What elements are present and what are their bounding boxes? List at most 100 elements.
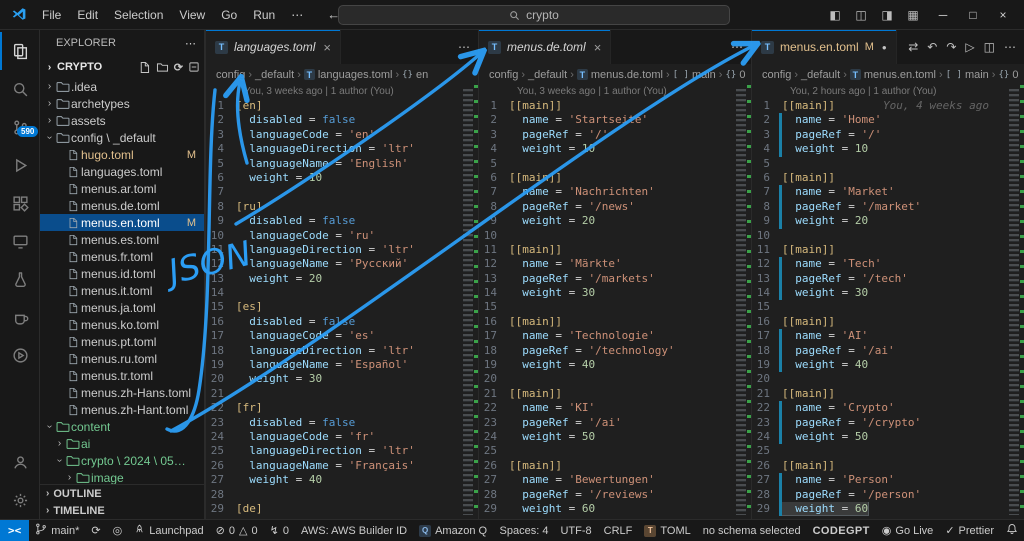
code-line[interactable]: 23 disabled = false <box>206 416 478 430</box>
codegpt[interactable]: CODEGPT <box>807 520 876 541</box>
tree-file-menus-ko-toml[interactable]: menus.ko.toml <box>40 316 204 333</box>
gitlens-code-lens[interactable]: You, 3 weeks ago | 1 author (You) <box>206 85 478 99</box>
code-line[interactable]: 28 <box>206 488 478 502</box>
code-line[interactable]: 26 [[main]] <box>479 459 751 473</box>
minimap[interactable] <box>736 85 751 519</box>
amazon-q-icon[interactable] <box>0 298 39 336</box>
code-line[interactable]: 17 name = 'Technologie' <box>479 329 751 343</box>
breadcrumb-item[interactable]: config <box>762 69 791 81</box>
more-icon[interactable]: ⋯ <box>1004 40 1016 54</box>
tree-folder-content[interactable]: › content <box>40 418 204 435</box>
tree-folder--idea[interactable]: › .idea <box>40 78 204 95</box>
code-line[interactable]: 14 weight = 30 <box>479 286 751 300</box>
code-line[interactable]: 15 <box>752 300 1024 314</box>
code-line[interactable]: 26 languageName = 'Français' <box>206 459 478 473</box>
tree-folder-crypto-2024-05-[interactable]: › crypto \ 2024 \ 05… <box>40 452 204 469</box>
code-line[interactable]: 27 name = 'Person' <box>752 473 1024 488</box>
eol[interactable]: CRLF <box>598 520 639 541</box>
counter-indicator[interactable]: ↯ 0 <box>264 520 295 541</box>
settings-icon[interactable] <box>0 481 39 519</box>
toggle-primary-sidebar-icon[interactable]: ◧ <box>822 3 848 27</box>
breadcrumb-item[interactable]: [ ] main <box>673 69 716 81</box>
code-line[interactable]: 6 [[main]] <box>479 171 751 185</box>
breadcrumb-item[interactable]: Tmenus.de.toml <box>576 69 663 81</box>
maximize-icon[interactable]: □ <box>958 1 988 29</box>
tree-file-menus-ja-toml[interactable]: menus.ja.toml <box>40 299 204 316</box>
code-line[interactable]: 24 languageCode = 'fr' <box>206 430 478 444</box>
code-line[interactable]: 11 [[main]] <box>479 243 751 257</box>
new-folder-icon[interactable] <box>156 61 169 74</box>
code-line[interactable]: 7 name = 'Nachrichten' <box>479 185 751 199</box>
code-line[interactable]: 19 languageName = 'Español' <box>206 358 478 372</box>
code-line[interactable]: 15 <box>479 300 751 314</box>
code-line[interactable]: 5 languageName = 'English' <box>206 157 478 171</box>
minimap[interactable] <box>1009 85 1024 519</box>
tree-file-menus-en-toml[interactable]: menus.en.toml M <box>40 214 204 231</box>
more-icon[interactable]: ⋯ <box>731 40 743 54</box>
code-line[interactable]: 23 pageRef = '/ai' <box>479 416 751 430</box>
breadcrumb-item[interactable]: _default <box>801 69 840 81</box>
tree-file-menus-es-toml[interactable]: menus.es.toml <box>40 231 204 248</box>
tree-file-menus-ar-toml[interactable]: menus.ar.toml <box>40 180 204 197</box>
workspace-root[interactable]: › CRYPTO ⟳ <box>40 56 204 78</box>
code-line[interactable]: 2 name = 'Home' <box>752 113 1024 128</box>
code-line[interactable]: 10 <box>479 229 751 243</box>
code-line[interactable]: 11 languageDirection = 'ltr' <box>206 243 478 257</box>
code-line[interactable]: 28 pageRef = '/reviews' <box>479 488 751 502</box>
code-line[interactable]: 1 [[main]] You, 4 weeks ago <box>752 99 1024 113</box>
source-control-icon[interactable]: 590 <box>0 108 39 146</box>
code-line[interactable]: 1 [en] <box>206 99 478 113</box>
breadcrumb-item[interactable]: Tlanguages.toml <box>303 69 392 81</box>
tree-file-hugo-toml[interactable]: hugo.toml M <box>40 146 204 163</box>
tab-languages.toml[interactable]: Tlanguages.toml × <box>206 30 341 64</box>
code-line[interactable]: 19 weight = 40 <box>479 358 751 372</box>
run-debug-icon[interactable] <box>0 146 39 184</box>
split-editor-icon[interactable]: ◫ <box>984 40 995 54</box>
section-timeline[interactable]: › TIMELINE <box>40 502 204 519</box>
search-icon[interactable] <box>0 70 39 108</box>
tree-file-menus-zh-hant-toml[interactable]: menus.zh-Hant.toml <box>40 401 204 418</box>
breadcrumb-item[interactable]: {} en <box>402 69 428 81</box>
modified-dot-icon[interactable]: ● <box>882 43 887 52</box>
explorer-icon[interactable] <box>0 32 39 70</box>
code-line[interactable]: 4 languageDirection = 'ltr' <box>206 142 478 156</box>
code-line[interactable]: 15 [es] <box>206 300 478 314</box>
tree-file-menus-zh-hans-toml[interactable]: menus.zh-Hans.toml <box>40 384 204 401</box>
code-line[interactable]: 18 pageRef = '/ai' <box>752 343 1024 359</box>
tree-file-menus-id-toml[interactable]: menus.id.toml <box>40 265 204 282</box>
more-icon[interactable]: ⋯ <box>458 40 470 54</box>
code-line[interactable]: 18 pageRef = '/technology' <box>479 344 751 358</box>
code-line[interactable]: 3 pageRef = '/' <box>752 127 1024 143</box>
tree-folder-archetypes[interactable]: › archetypes <box>40 95 204 112</box>
code-line[interactable]: 2 name = 'Startseite' <box>479 113 751 127</box>
code-line[interactable]: 29 [de] <box>206 502 478 516</box>
code-line[interactable]: 6 [[main]] <box>752 171 1024 185</box>
code-line[interactable]: 1 [[main]] <box>479 99 751 113</box>
prettier[interactable]: ✓ Prettier <box>939 520 1000 541</box>
menu-view[interactable]: View <box>171 5 213 25</box>
tree-folder-ai[interactable]: › ai <box>40 435 204 452</box>
extensions-icon[interactable] <box>0 184 39 222</box>
code-line[interactable]: 14 <box>206 286 478 300</box>
indentation[interactable]: Spaces: 4 <box>494 520 555 541</box>
code-line[interactable]: 3 languageCode = 'en' <box>206 128 478 142</box>
breadcrumb-item[interactable]: _default <box>255 69 294 81</box>
code-line[interactable]: 26 [[main]] <box>752 459 1024 473</box>
menu-run[interactable]: Run <box>245 5 283 25</box>
tab-menus.en.toml[interactable]: Tmenus.en.toml M ● <box>752 30 897 64</box>
code-line[interactable]: 16 [[main]] <box>479 315 751 329</box>
tree-file-menus-fr-toml[interactable]: menus.fr.toml <box>40 248 204 265</box>
code-line[interactable]: 21 [[main]] <box>479 387 751 401</box>
code-line[interactable]: 21 [[main]] <box>752 387 1024 401</box>
code-line[interactable]: 22 name = 'KI' <box>479 401 751 415</box>
breadcrumb-item[interactable]: {} 0 <box>998 69 1018 81</box>
code-line[interactable]: 17 name = 'AI' <box>752 329 1024 344</box>
code-line[interactable]: 5 <box>752 157 1024 171</box>
codegpt-icon[interactable] <box>0 336 39 374</box>
code-line[interactable]: 16 [[main]] <box>752 315 1024 329</box>
encoding[interactable]: UTF-8 <box>554 520 597 541</box>
code-line[interactable]: 17 languageCode = 'es' <box>206 329 478 343</box>
code-line[interactable]: 28 pageRef = '/person' <box>752 487 1024 502</box>
branch-indicator[interactable]: main* <box>29 520 85 541</box>
code-line[interactable]: 10 languageCode = 'ru' <box>206 229 478 243</box>
